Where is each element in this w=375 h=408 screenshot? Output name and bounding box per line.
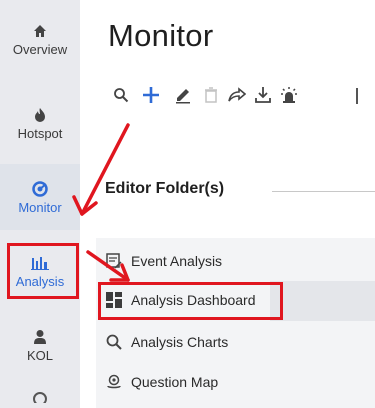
menu-item-analysis-dashboard[interactable]: Analysis Dashboard <box>105 288 280 312</box>
menu-item-event-analysis[interactable]: Event Analysis <box>105 249 280 273</box>
flame-icon <box>30 105 50 125</box>
sidebar-item-monitor[interactable]: Monitor <box>0 164 80 230</box>
sidebar-item-overview[interactable]: Overview <box>0 6 80 72</box>
menu-item-question-map[interactable]: Question Map <box>105 370 280 394</box>
folder-section-title: Editor Folder(s) <box>105 180 225 197</box>
sidebar-item-label: Monitor <box>18 200 62 215</box>
sidebar-item-hotspot[interactable]: Hotspot <box>0 90 80 156</box>
plus-icon[interactable] <box>140 84 162 106</box>
page-title: Monitor <box>108 18 214 53</box>
divider <box>272 191 375 192</box>
search-icon[interactable] <box>110 84 132 106</box>
map-pin-icon <box>105 373 123 391</box>
sidebar-item-label: Hotspot <box>17 126 63 141</box>
share-icon[interactable] <box>226 84 248 106</box>
event-icon <box>105 252 123 270</box>
menu-item-label: Analysis Dashboard <box>131 292 256 308</box>
sidebar-item-kol[interactable]: KOL <box>0 312 80 378</box>
menu-item-analysis-charts[interactable]: Analysis Charts <box>105 330 280 354</box>
menu-item-label: Analysis Charts <box>131 334 229 350</box>
trash-icon[interactable] <box>200 84 222 106</box>
dashboard-icon <box>105 291 123 309</box>
download-icon[interactable] <box>252 84 274 106</box>
home-icon <box>30 21 50 41</box>
sidebar-item-label: KOL <box>26 348 53 363</box>
menu-item-label: Event Analysis <box>131 253 223 269</box>
more-icon <box>30 385 50 405</box>
edit-icon[interactable] <box>172 84 194 106</box>
sidebar-item-label: Overview <box>12 42 68 57</box>
search-icon <box>105 333 123 351</box>
person-icon <box>30 327 50 347</box>
sidebar-item-label: Analysis <box>15 274 65 289</box>
sidebar-item-more[interactable] <box>0 384 80 408</box>
alarm-icon[interactable] <box>278 84 300 106</box>
sidebar: Overview Hotspot Monitor Analysis KOL <box>0 0 80 408</box>
menu-row-background <box>270 281 375 321</box>
arrow-to-monitor <box>80 123 130 216</box>
monitor-icon <box>30 179 50 199</box>
sidebar-item-analysis[interactable]: Analysis <box>0 238 80 304</box>
menu-item-label: Question Map <box>131 374 219 390</box>
bar-chart-icon <box>30 253 50 273</box>
toolbar <box>110 84 375 108</box>
toolbar-divider <box>356 88 358 104</box>
